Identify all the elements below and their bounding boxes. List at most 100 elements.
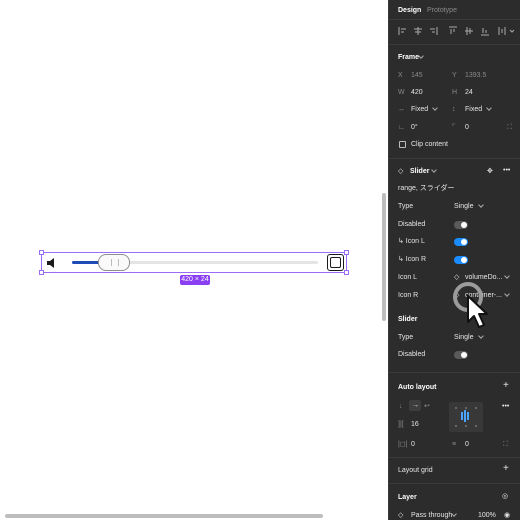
divider bbox=[389, 372, 520, 373]
remove-auto-layout-icon[interactable]: + bbox=[503, 381, 509, 391]
icon-r-toggle[interactable] bbox=[454, 256, 468, 264]
divider bbox=[389, 44, 520, 45]
corner-radius-icon: ⌜ bbox=[452, 124, 456, 131]
y-label: Y bbox=[452, 72, 457, 79]
nested-slider-title: Slider bbox=[398, 316, 418, 323]
properties-panel: Design Prototype Frame X 145 Y 1393.5 W … bbox=[388, 0, 520, 520]
independent-corners-icon[interactable]: ⛶ bbox=[507, 123, 512, 132]
icon-l-toggle[interactable] bbox=[454, 238, 468, 246]
prop-icon-l-swap-label: Icon L bbox=[398, 274, 418, 281]
corner-radius-input[interactable]: 0 bbox=[465, 123, 469, 132]
chevron-down-icon[interactable] bbox=[431, 167, 437, 173]
rotation-icon: ∟ bbox=[398, 124, 405, 131]
individual-padding-icon[interactable]: ⛶ bbox=[503, 440, 508, 449]
chevron-down-icon[interactable] bbox=[486, 105, 492, 111]
width-mode-select[interactable]: Fixed bbox=[411, 105, 428, 114]
auto-layout-title: Auto layout bbox=[398, 384, 437, 391]
prop-type-label: Type bbox=[398, 203, 414, 210]
design-canvas[interactable]: 420 × 24 bbox=[0, 0, 388, 520]
resize-handle-bottom-left[interactable] bbox=[39, 270, 44, 275]
height-resize-icon: ↕ bbox=[452, 106, 456, 113]
layer-title: Layer bbox=[398, 494, 417, 501]
tab-design[interactable]: Design bbox=[398, 6, 421, 15]
nested-disabled-label: Disabled bbox=[398, 351, 426, 358]
chevron-down-icon[interactable] bbox=[478, 333, 484, 339]
prop-icon-r-label: ↳ Icon R bbox=[398, 256, 427, 263]
layout-grid-title: Layout grid bbox=[398, 467, 433, 474]
add-layout-grid-icon[interactable]: + bbox=[503, 464, 509, 474]
icon-l-instance-select[interactable]: volumeDo... bbox=[465, 273, 502, 282]
w-input[interactable]: 420 bbox=[411, 88, 423, 97]
chevron-down-icon[interactable] bbox=[418, 53, 424, 59]
divider bbox=[389, 483, 520, 484]
rotation-input[interactable]: 0° bbox=[411, 123, 418, 132]
gap-input[interactable]: 16 bbox=[411, 420, 419, 429]
blend-mode-select[interactable]: Pass through bbox=[411, 511, 452, 520]
component-icon: ◇ bbox=[398, 168, 404, 175]
width-resize-icon: ↔ bbox=[398, 106, 405, 113]
size-badge: 420 × 24 bbox=[180, 275, 210, 285]
horizontal-padding-icon: |◻| bbox=[398, 441, 408, 448]
eye-icon[interactable]: ◉ bbox=[504, 511, 510, 520]
h-input[interactable]: 24 bbox=[465, 88, 473, 97]
arrow-right-icon: → bbox=[412, 402, 419, 409]
clip-content-checkbox[interactable] bbox=[399, 141, 406, 148]
y-input[interactable]: 1393.5 bbox=[465, 71, 486, 80]
divider bbox=[389, 457, 520, 458]
alignment-mark bbox=[467, 412, 469, 420]
alignment-mark bbox=[464, 410, 466, 422]
opacity-input[interactable]: 100% bbox=[478, 511, 496, 520]
x-input[interactable]: 145 bbox=[411, 71, 423, 80]
height-mode-select[interactable]: Fixed bbox=[465, 105, 482, 114]
resize-handle-top-right[interactable] bbox=[344, 250, 349, 255]
divider bbox=[389, 158, 520, 159]
tab-prototype[interactable]: Prototype bbox=[427, 6, 457, 15]
selected-slider-frame[interactable] bbox=[39, 250, 349, 275]
alignment-mark bbox=[461, 412, 463, 420]
chevron-down-icon[interactable] bbox=[504, 291, 510, 297]
chevron-down-icon[interactable] bbox=[478, 202, 484, 208]
x-label: X bbox=[398, 72, 403, 79]
mouse-pointer-icon bbox=[467, 295, 488, 328]
prop-icon-l-label: ↳ Icon L bbox=[398, 238, 425, 245]
slider-thumb[interactable] bbox=[98, 254, 130, 271]
blend-icon: ◇ bbox=[398, 512, 404, 519]
disabled-toggle[interactable] bbox=[454, 221, 468, 229]
resize-handle-top-left[interactable] bbox=[39, 250, 44, 255]
horizontal-direction-button[interactable]: → bbox=[409, 400, 421, 411]
align-icons[interactable] bbox=[398, 26, 518, 36]
horizontal-scrollbar[interactable] bbox=[5, 514, 323, 518]
nested-type-select[interactable]: Single bbox=[454, 333, 473, 342]
instance-icon: ◇ bbox=[454, 274, 460, 281]
frame-section-title: Frame bbox=[398, 54, 420, 61]
more-icon[interactable]: ••• bbox=[503, 166, 510, 175]
nested-disabled-toggle[interactable] bbox=[454, 351, 468, 359]
grid-dot bbox=[465, 425, 467, 427]
prop-type-select[interactable]: Single bbox=[454, 202, 473, 211]
resize-handle-bottom-right[interactable] bbox=[344, 270, 349, 275]
component-description: range, スライダー bbox=[398, 185, 455, 192]
go-to-main-component-icon[interactable]: ✥ bbox=[487, 167, 493, 176]
grid-dot bbox=[475, 407, 477, 409]
chevron-down-icon[interactable] bbox=[504, 273, 510, 279]
prop-icon-r-swap-label: Icon R bbox=[398, 292, 419, 299]
component-name[interactable]: Slider bbox=[410, 167, 429, 176]
vertical-direction-icon[interactable]: ↓ bbox=[399, 402, 403, 411]
auto-layout-more-icon[interactable]: ••• bbox=[502, 402, 509, 411]
prop-disabled-label: Disabled bbox=[398, 221, 426, 228]
grid-dot bbox=[475, 425, 477, 427]
horizontal-padding-input[interactable]: 0 bbox=[411, 440, 415, 449]
vertical-scrollbar[interactable] bbox=[382, 193, 386, 321]
vertical-padding-icon: ≡ bbox=[452, 441, 457, 448]
w-label: W bbox=[398, 89, 405, 96]
wrap-direction-icon[interactable]: ↩ bbox=[424, 402, 430, 411]
grid-dot bbox=[455, 407, 457, 409]
blend-settings-icon[interactable]: ◎ bbox=[502, 492, 508, 501]
container-icon bbox=[327, 254, 344, 271]
volume-down-icon bbox=[47, 258, 54, 268]
vertical-padding-input[interactable]: 0 bbox=[465, 440, 469, 449]
grid-dot bbox=[465, 407, 467, 409]
chevron-down-icon[interactable] bbox=[432, 105, 438, 111]
h-label: H bbox=[452, 89, 458, 96]
alignment-grid[interactable] bbox=[449, 402, 483, 432]
